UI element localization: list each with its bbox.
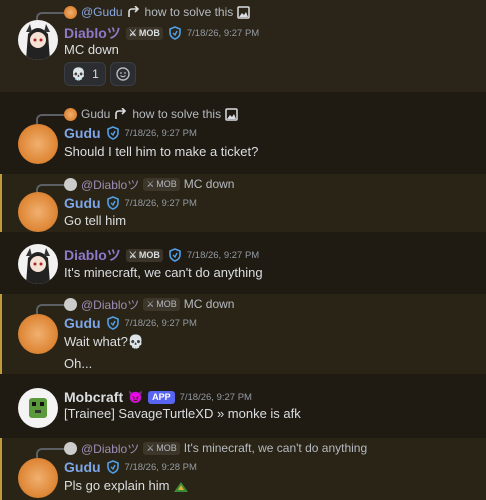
message-header: Gudu 7/18/26, 9:27 PM: [64, 314, 197, 332]
reply-author[interactable]: @Gudu: [81, 5, 123, 19]
shield-icon[interactable]: [106, 126, 120, 140]
reply-text[interactable]: It's minecraft, we can't do anything: [184, 441, 367, 455]
message: Diabloツ ⚔ MOB 7/18/26, 9:27 PM It's minec…: [0, 240, 486, 292]
timestamp[interactable]: 7/18/26, 9:27 PM: [187, 28, 259, 39]
username[interactable]: Mobcraft: [64, 389, 123, 405]
username[interactable]: Gudu: [64, 125, 101, 141]
timestamp[interactable]: 7/18/26, 9:27 PM: [125, 318, 197, 329]
avatar[interactable]: [18, 314, 58, 354]
username[interactable]: Gudu: [64, 315, 101, 331]
sword-icon: ⚔: [128, 27, 137, 38]
avatar[interactable]: [18, 388, 58, 428]
app-badge: APP: [148, 390, 175, 404]
avatar[interactable]: [18, 192, 58, 232]
image-icon: [237, 5, 251, 19]
message-content: Wait what?💀: [64, 334, 145, 349]
role-tag: ⚔ MOB: [143, 441, 180, 455]
sword-icon: ⚔: [146, 178, 155, 189]
message-header: Gudu 7/18/26, 9:28 PM: [64, 458, 197, 476]
message-header: Gudu 7/18/26, 9:27 PM: [64, 124, 197, 142]
reply-text[interactable]: MC down: [184, 297, 235, 311]
message: Mobcraft 😈 APP 7/18/26, 9:27 PM [Trainee…: [0, 384, 486, 434]
reply-avatar: [64, 5, 77, 19]
avatar[interactable]: [18, 124, 58, 164]
reply-author[interactable]: @Diabloツ: [81, 296, 139, 313]
message-header: Mobcraft 😈 APP 7/18/26, 9:27 PM: [64, 388, 252, 406]
skull-icon: 💀: [71, 67, 87, 81]
reply-text[interactable]: how to solve this: [132, 107, 221, 121]
reply-preview[interactable]: @Diabloツ ⚔ MOB MC down: [64, 296, 234, 312]
avatar[interactable]: [18, 458, 58, 498]
role-tag[interactable]: ⚔ MOB: [125, 248, 163, 262]
message: @Diabloツ ⚔ MOB MC down Gudu 7/18/26, 9:27…: [0, 294, 486, 374]
bot-face-icon: 😈: [128, 390, 144, 404]
sword-icon: ⚔: [146, 442, 155, 453]
shield-icon[interactable]: [106, 460, 120, 474]
username[interactable]: Gudu: [64, 459, 101, 475]
username[interactable]: Diabloツ: [64, 23, 121, 43]
reply-arrow-icon: [115, 108, 127, 119]
message-content: Pls go explain him: [64, 478, 189, 494]
username[interactable]: Diabloツ: [64, 245, 121, 265]
reaction-skull[interactable]: 💀 1: [64, 62, 106, 86]
message-content: Should I tell him to make a ticket?: [64, 144, 259, 159]
shield-icon[interactable]: [168, 248, 182, 262]
reply-avatar: [64, 441, 77, 455]
message-content: MC down: [64, 42, 119, 57]
avatar[interactable]: [18, 20, 58, 60]
reply-preview[interactable]: Gudu how to solve this: [64, 106, 238, 122]
message-content: Oh...: [64, 356, 93, 371]
timestamp[interactable]: 7/18/26, 9:27 PM: [125, 198, 197, 209]
reply-connector: [36, 304, 64, 314]
reply-avatar: [64, 297, 77, 311]
reply-text[interactable]: MC down: [184, 177, 235, 191]
reply-connector: [36, 114, 64, 124]
username[interactable]: Gudu: [64, 195, 101, 211]
reply-text[interactable]: how to solve this: [145, 5, 234, 19]
add-reaction-icon: [116, 67, 130, 81]
custom-emoji-icon: [174, 481, 189, 492]
timestamp[interactable]: 7/18/26, 9:27 PM: [125, 128, 197, 139]
add-reaction-button[interactable]: [110, 62, 136, 86]
avatar[interactable]: [18, 244, 58, 284]
reply-author[interactable]: Gudu: [81, 107, 110, 121]
reply-preview[interactable]: @Gudu how to solve this: [64, 4, 251, 20]
role-tag[interactable]: ⚔ MOB: [125, 26, 163, 40]
sword-icon: ⚔: [128, 249, 137, 260]
message-header: Diabloツ ⚔ MOB 7/18/26, 9:27 PM: [64, 246, 259, 264]
message-header: Diabloツ ⚔ MOB 7/18/26, 9:27 PM: [64, 24, 259, 42]
reply-arrow-icon: [127, 6, 139, 17]
reply-author[interactable]: @Diabloツ: [81, 440, 139, 457]
shield-icon[interactable]: [106, 196, 120, 210]
sword-icon: ⚔: [146, 298, 155, 309]
message: Gudu how to solve this Gudu 7/18/26, 9:2…: [0, 104, 486, 170]
timestamp[interactable]: 7/18/26, 9:27 PM: [187, 250, 259, 261]
message-content: It's minecraft, we can't do anything: [64, 265, 263, 280]
reply-preview[interactable]: @Diabloツ ⚔ MOB It's minecraft, we can't d…: [64, 440, 367, 456]
image-icon: [225, 107, 238, 121]
message-header: Gudu 7/18/26, 9:27 PM: [64, 194, 197, 212]
reply-preview[interactable]: @Diabloツ ⚔ MOB MC down: [64, 176, 234, 192]
message-content: [Trainee] SavageTurtleXD » monke is afk: [64, 406, 301, 421]
shield-icon[interactable]: [106, 316, 120, 330]
role-tag: ⚔ MOB: [143, 297, 180, 311]
message: @Diabloツ ⚔ MOB It's minecraft, we can't d…: [0, 438, 486, 500]
reply-avatar: [64, 177, 77, 191]
role-tag: ⚔ MOB: [143, 177, 180, 191]
shield-icon[interactable]: [168, 26, 182, 40]
message-content: Go tell him: [64, 213, 127, 228]
reply-avatar: [64, 107, 77, 121]
message: @Diabloツ ⚔ MOB MC down Gudu 7/18/26, 9:27…: [0, 174, 486, 232]
message: @Gudu how to solve this Diabloツ ⚔ MOB 7/1…: [0, 0, 486, 92]
reply-author[interactable]: @Diabloツ: [81, 176, 139, 193]
skull-icon: 💀: [127, 334, 145, 349]
reply-connector: [36, 448, 64, 458]
timestamp[interactable]: 7/18/26, 9:28 PM: [125, 462, 197, 473]
timestamp[interactable]: 7/18/26, 9:27 PM: [180, 392, 252, 403]
